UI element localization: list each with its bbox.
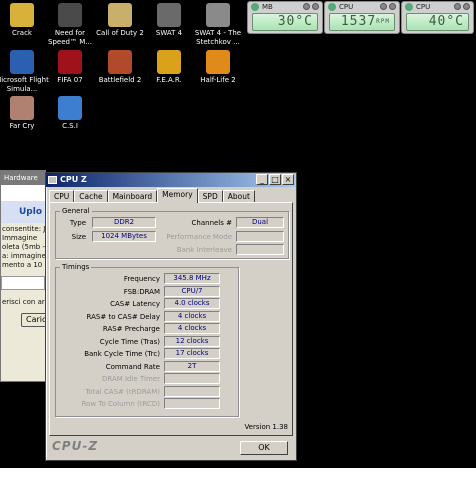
bg-text-line: mento a 10 (2, 261, 43, 269)
desktop-icon-label: C.S.I (62, 122, 78, 130)
bg-text-line: oleta (5mb - (2, 243, 45, 251)
timing-label: Total CAS# (tRDRAM) (85, 387, 160, 396)
bg-toolbar (1, 185, 45, 201)
timing-label: FSB:DRAM (123, 287, 160, 296)
far-cry-icon (10, 96, 34, 120)
timing-value (164, 385, 220, 397)
minimize-icon[interactable] (454, 3, 461, 10)
timing-value (164, 373, 220, 384)
timing-value: CPU/7 (164, 285, 220, 297)
cpuz-tabs: CPU Cache Mainboard Memory SPD About (49, 188, 255, 203)
cpu-temp-gadget[interactable]: CPU 40°C (401, 1, 474, 34)
cpuz-title: CPU Z (60, 175, 87, 184)
general-group-title: General (60, 207, 92, 215)
desktop-icon-half-life-2[interactable]: Half-Life 2 (188, 50, 248, 85)
size-label: Size (71, 233, 86, 241)
timings-group: Timings Frequency 345.8 MHz FSB:DRAM CPU/7 C… (55, 263, 239, 417)
lambda-icon (206, 50, 230, 74)
gadget-label: MB (262, 3, 273, 11)
type-value: DDR2 (92, 217, 156, 228)
channels-value: Dual (236, 217, 284, 228)
bg-upload-field[interactable] (1, 276, 45, 290)
gadget-label: CPU (339, 3, 354, 11)
timing-label: Cycle Time (Tras) (99, 337, 160, 346)
desktop: Crack Need for Speed™ M... Call of Duty … (0, 0, 476, 468)
bank-interleave-value (236, 244, 284, 255)
timing-label: RAS# Precharge (102, 325, 160, 333)
swat-icon (206, 3, 230, 27)
background-browser-window[interactable]: Hardware Uplo consentite: J Immagine ole… (0, 170, 46, 382)
fear-icon (157, 50, 181, 74)
timing-label: DRAM Idle Timer (101, 375, 160, 383)
plane-icon (10, 50, 34, 74)
minimize-icon[interactable] (303, 3, 310, 10)
crack-icon (10, 3, 34, 27)
battlefield-icon (108, 50, 132, 74)
bg-text-line: Immagine (2, 234, 38, 242)
close-icon[interactable] (312, 3, 319, 10)
bg-upload-heading: Uplo (1, 201, 45, 223)
version-label: Version 1.38 (244, 423, 288, 431)
desktop-icon-swat4-stetchkov[interactable]: SWAT 4 - The Stetchkov ... (188, 3, 248, 47)
timing-label: Bank Cycle Time (Trc) (84, 350, 160, 358)
channels-label: Channels # (191, 219, 232, 227)
desktop-icon-label: SWAT 4 - The Stetchkov ... (194, 29, 242, 46)
maximize-button[interactable]: □ (269, 174, 281, 185)
mb-temp-gadget[interactable]: MB 30°C (247, 1, 323, 34)
type-label: Type (69, 219, 86, 227)
bank-interleave-label: Bank Interleave (176, 246, 232, 254)
star-icon (108, 3, 132, 27)
timing-value: 4.0 clocks (164, 298, 220, 309)
timing-value: 12 clocks (164, 335, 220, 347)
close-icon[interactable] (389, 3, 396, 10)
bg-text-line: consentite: J (2, 225, 46, 233)
memory-panel: General Type DDR2 Size 1024 MBytes Chann… (49, 202, 293, 436)
bg-window-title: Hardware (1, 171, 45, 185)
gadget-readout: 40°C (406, 13, 469, 31)
gadget-readout: 1537RPM (329, 13, 395, 31)
cpuz-app-icon (48, 176, 57, 184)
timing-value: 4 clocks (164, 323, 220, 334)
timing-value (164, 398, 220, 409)
bg-text-line: a: immagine (2, 252, 46, 260)
gadget-label: CPU (416, 3, 431, 11)
thermometer-icon (405, 3, 413, 11)
size-value: 1024 MBytes (92, 231, 156, 242)
close-icon[interactable] (463, 3, 470, 10)
timing-value: 2T (164, 360, 220, 372)
performance-mode-label: Performance Mode (166, 233, 232, 241)
timing-value: 345.8 MHz (164, 273, 220, 284)
cpuz-window[interactable]: CPU Z _ □ × CPU Cache Mainboard Memory S… (45, 172, 297, 461)
timing-label: CAS# Latency (110, 300, 160, 308)
thermometer-icon (251, 3, 259, 11)
bg-input-text[interactable]: erisci con ar (1, 298, 45, 307)
cpu-fan-gadget[interactable]: CPU 1537RPM (324, 1, 400, 34)
general-group: General Type DDR2 Size 1024 MBytes Chann… (55, 207, 289, 259)
timing-label: Command Rate (105, 362, 160, 371)
performance-mode-value (236, 231, 284, 242)
minimize-icon[interactable] (380, 3, 387, 10)
timing-value: 4 clocks (164, 310, 220, 322)
fan-icon (328, 3, 336, 11)
desktop-icon-csi[interactable]: C.S.I (40, 96, 100, 131)
tab-memory[interactable]: Memory (157, 188, 198, 203)
fifa-icon (58, 50, 82, 74)
gadget-readout: 30°C (252, 13, 318, 31)
fingerprint-icon (58, 96, 82, 120)
timings-group-title: Timings (60, 263, 92, 271)
timing-value: 17 clocks (164, 348, 220, 359)
swat-icon (157, 3, 181, 27)
timing-label: Row To Column (tRCD) (81, 400, 160, 408)
upload-button[interactable]: Caric (21, 313, 45, 327)
timing-label: Frequency (123, 275, 160, 283)
cpuz-logo: CPU-Z (52, 439, 99, 453)
desktop-icon-label: Half-Life 2 (200, 76, 236, 84)
close-button[interactable]: × (282, 174, 294, 185)
cpuz-titlebar[interactable]: CPU Z _ □ × (46, 173, 296, 187)
minimize-button[interactable]: _ (256, 174, 268, 185)
nfs-icon (58, 3, 82, 27)
timing-label: RAS# to CAS# Delay (86, 312, 160, 321)
ok-button[interactable]: OK (240, 441, 288, 455)
